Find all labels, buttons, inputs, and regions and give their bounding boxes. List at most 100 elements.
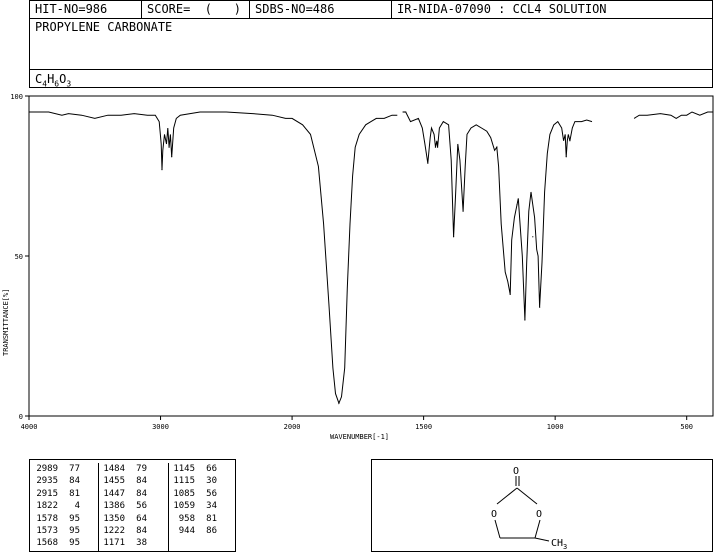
peak-wavenumber: 1085: [173, 488, 195, 499]
x-axis-label: WAVENUMBER[-1]: [330, 433, 389, 441]
compound-name: PROPYLENE CARBONATE: [35, 20, 173, 34]
peak-transmittance: 30: [206, 476, 217, 487]
peak-point: [436, 146, 439, 148]
peak-table-row: 1115 30: [169, 475, 235, 487]
peak-wavenumber: 1455: [103, 476, 125, 487]
peak-transmittance: 86: [206, 525, 217, 536]
peak-wavenumber: 1171: [103, 538, 125, 549]
peak-wavenumber: 1822: [36, 501, 58, 512]
peak-point: [532, 236, 534, 238]
peak-transmittance: 81: [69, 488, 80, 499]
header-info-row: HIT-NO=986 SCORE= ( ) SDBS-NO=486 IR-NID…: [30, 1, 712, 19]
peak-column-2: 1484 79 1455 84 1447 84 1386 56 1350 64 1222 84 1171…: [98, 463, 165, 551]
y-axis-label: TRANSMITTANCE[%]: [2, 289, 10, 356]
peak-table-row: 1455 84: [99, 475, 165, 487]
plot-frame: [28, 95, 714, 417]
molecular-formula: C4H6O3: [35, 72, 72, 89]
peak-transmittance: 34: [206, 501, 217, 512]
peak-point: [402, 111, 404, 113]
bond-o-ch: [534, 519, 541, 539]
peak-wavenumber: 1447: [103, 488, 125, 499]
peak-wavenumber: 1578: [36, 513, 58, 524]
peak-table-row: 2915 81: [32, 488, 94, 500]
molecule-structure: O O O CH3: [491, 466, 567, 551]
peak-transmittance: 81: [206, 513, 217, 524]
peak-point: [496, 146, 498, 148]
spectrum-lines: [29, 111, 713, 405]
peak-point: [462, 210, 464, 212]
x-tick-label: 500: [680, 423, 693, 431]
peak-transmittance: 84: [136, 525, 147, 536]
peak-table-row: 1350 64: [99, 513, 165, 525]
peak-point: [427, 162, 429, 164]
peak-wavenumber: 944: [178, 525, 195, 536]
x-tick-label: 2000: [284, 423, 301, 431]
peak-table-row: 1822 4: [32, 500, 94, 512]
x-tick-label: 1500: [415, 423, 432, 431]
peak-transmittance: 64: [136, 513, 147, 524]
peak-point: [524, 319, 526, 321]
sdbs-number: SDBS-NO=486: [250, 1, 392, 18]
bond-ch3: [534, 537, 550, 542]
peak-wavenumber: 2915: [36, 488, 58, 499]
bond-c-o-right: [516, 487, 538, 505]
peak-point: [569, 140, 571, 142]
structure-panel: O O O CH3: [371, 459, 713, 552]
peak-transmittance: 95: [69, 513, 80, 524]
bond-c-o-left: [496, 487, 518, 505]
peak-wavenumber: 1222: [103, 525, 125, 536]
header-divider: [30, 69, 712, 70]
peak-table-row: 1386 56: [99, 500, 165, 512]
peak-wavenumber: 1145: [173, 464, 195, 474]
peak-markers: [161, 111, 571, 404]
peak-column-1: 2989 77 2935 84 2915 81 1822 4 1578 95 1573 95 1568 9…: [32, 463, 94, 551]
y-tick-label: 100: [10, 93, 23, 101]
peak-transmittance: 95: [69, 538, 80, 549]
peak-transmittance: 38: [136, 538, 147, 549]
peak-table-row: 1145 66: [169, 463, 235, 475]
peak-wavenumber: 2935: [36, 476, 58, 487]
atom-ch3: CH3: [551, 538, 567, 551]
y-tick-label: 0: [19, 413, 23, 421]
peak-point: [168, 146, 170, 148]
atom-o-carbonyl: O: [513, 466, 519, 477]
peak-wavenumber: 1115: [173, 476, 195, 487]
peak-transmittance: 56: [206, 488, 217, 499]
spectrum-header: HIT-NO=986 SCORE= ( ) SDBS-NO=486 IR-NID…: [29, 0, 713, 88]
peak-wavenumber: 1484: [103, 464, 125, 474]
peak-transmittance: 84: [136, 476, 147, 487]
spectrum-line: [633, 111, 713, 119]
peak-point: [539, 306, 541, 308]
peak-wavenumber: 958: [178, 513, 195, 524]
peak-wavenumber: 2989: [36, 464, 58, 474]
peak-table-row: 958 81: [169, 513, 235, 525]
atom-o-right: O: [536, 509, 542, 520]
peak-point: [509, 293, 511, 295]
peak-table-row: 1568 95: [32, 537, 94, 549]
atom-o-left: O: [491, 509, 497, 520]
peak-table-row: 1447 84: [99, 488, 165, 500]
peak-table-row: 944 86: [169, 525, 235, 537]
y-tick-label: 50: [15, 253, 23, 261]
peak-column-3: 1145 66 1115 30 1085 56 1059 34 958 81 944 86: [168, 463, 235, 551]
peak-transmittance: 4: [74, 501, 80, 512]
peak-table-row: 1222 84: [99, 525, 165, 537]
peak-point: [453, 236, 455, 238]
peak-point: [565, 156, 567, 158]
peak-transmittance: 84: [136, 488, 147, 499]
peak-table-row: 1578 95: [32, 513, 94, 525]
x-tick-label: 1000: [547, 423, 564, 431]
peak-table-row: 1085 56: [169, 488, 235, 500]
peak-table-row: 1573 95: [32, 525, 94, 537]
peak-table: 2989 77 2935 84 2915 81 1822 4 1578 95 1573 95 1568 9…: [29, 459, 236, 552]
bond-o-ch2: [494, 519, 501, 539]
hit-number: HIT-NO=986: [30, 1, 142, 18]
peak-table-row: 2935 84: [32, 475, 94, 487]
peak-transmittance: 56: [136, 501, 147, 512]
peak-transmittance: 84: [69, 476, 80, 487]
x-tick-label: 3000: [152, 423, 169, 431]
score: SCORE= ( ): [142, 1, 250, 18]
peak-wavenumber: 1386: [103, 501, 125, 512]
peak-point: [171, 156, 173, 158]
axis-ticks: 4000 3000 2000 1500 1000 500100500: [10, 93, 693, 431]
